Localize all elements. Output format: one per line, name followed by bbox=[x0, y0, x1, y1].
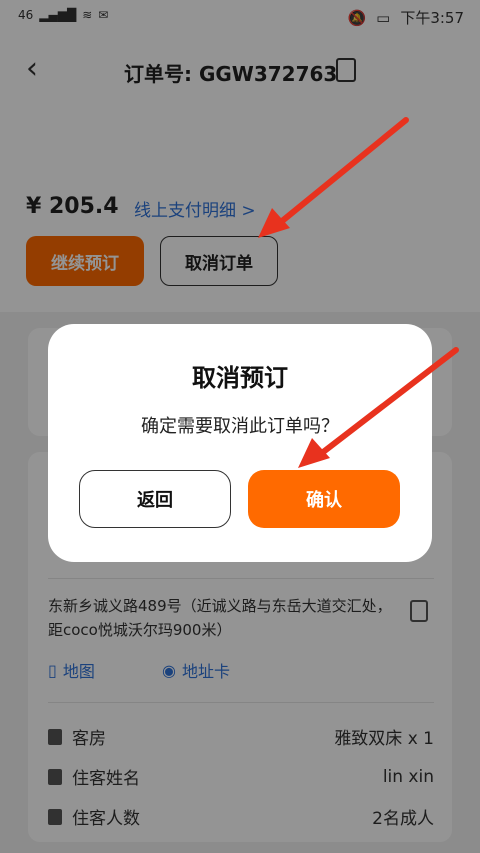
annotation-arrows bbox=[258, 117, 459, 468]
arrow-to-confirm bbox=[298, 347, 459, 468]
arrow-to-cancel-order bbox=[258, 117, 409, 238]
